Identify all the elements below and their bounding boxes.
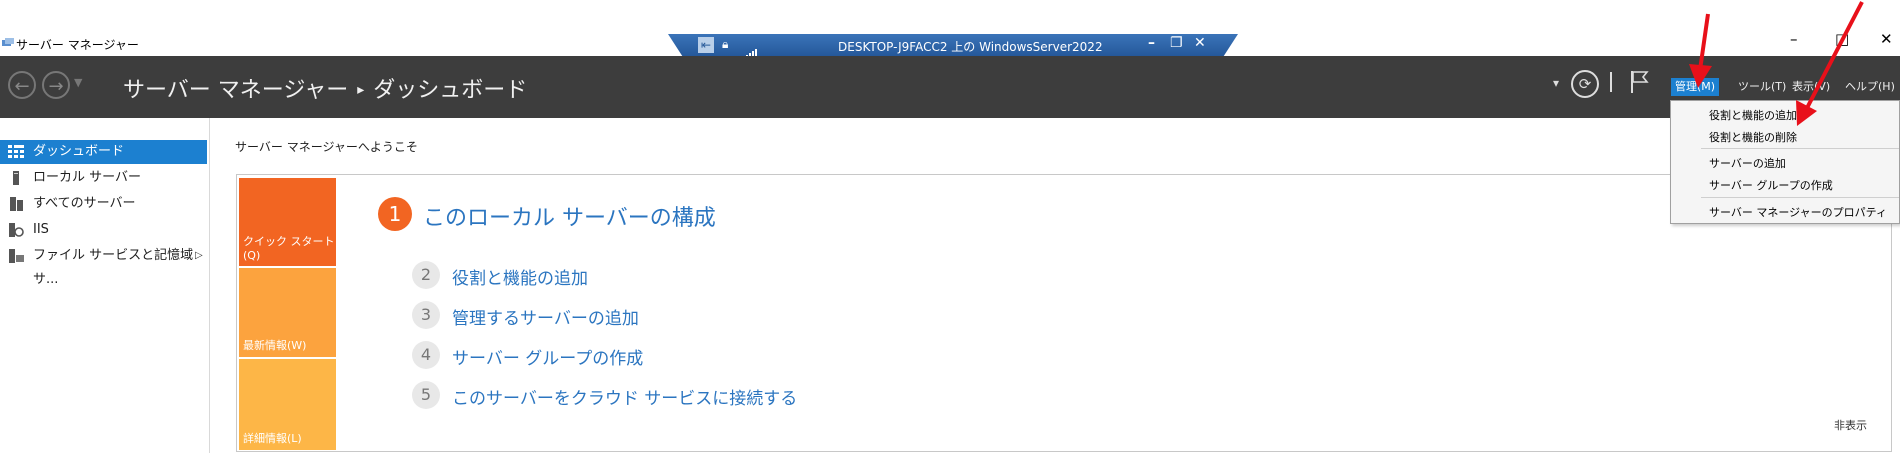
sidebar-item-dashboard[interactable]: ダッシュボード bbox=[0, 140, 207, 164]
sidebar-item-label: ダッシュボード bbox=[33, 144, 125, 159]
sidebar-item-file-services[interactable]: ファイル サービスと記憶域サ... ▷ bbox=[0, 244, 207, 287]
remote-close-button[interactable]: ✕ bbox=[1194, 35, 1206, 51]
header-divider bbox=[1610, 72, 1612, 92]
breadcrumb-current: ダッシュボード bbox=[373, 78, 528, 103]
pin-icon[interactable]: ⇤ bbox=[698, 37, 714, 53]
sidebar-item-label: ローカル サーバー bbox=[33, 170, 142, 185]
remote-desktop-connection-bar: ⇤ 🔒︎ DESKTOP-J9FACC2 上の WindowsServer202… bbox=[668, 34, 1238, 56]
step-number-badge: 4 bbox=[412, 341, 440, 369]
configure-local-server-link[interactable]: このローカル サーバーの構成 bbox=[423, 200, 716, 232]
remote-restore-button[interactable]: ❐ bbox=[1170, 35, 1183, 51]
menu-separator bbox=[1701, 148, 1899, 149]
lock-icon: 🔒︎ bbox=[722, 37, 729, 51]
maximize-button[interactable]: □ bbox=[1835, 30, 1849, 48]
tab-label: 詳細情報(L) bbox=[243, 432, 302, 445]
breadcrumb-separator-icon: ▸ bbox=[357, 82, 365, 98]
tab-label: 最新情報(W) bbox=[243, 339, 307, 352]
server-manager-app-icon bbox=[2, 38, 14, 46]
manage-dropdown-menu: 役割と機能の追加 役割と機能の削除 サーバーの追加 サーバー グループの作成 サ… bbox=[1670, 100, 1900, 224]
back-arrow-icon: ← bbox=[14, 76, 30, 97]
menu-separator bbox=[1701, 197, 1899, 198]
sidebar-item-local-server[interactable]: ローカル サーバー bbox=[0, 166, 207, 190]
dashboard-icon bbox=[8, 145, 24, 158]
step-link[interactable]: 役割と機能の追加 bbox=[452, 264, 588, 289]
menu-manage[interactable]: 管理(M) bbox=[1671, 78, 1720, 96]
header-dropdown-icon[interactable]: ▾ bbox=[1553, 76, 1559, 90]
menu-item-add-roles[interactable]: 役割と機能の追加 bbox=[1709, 107, 1797, 123]
step-number-badge: 3 bbox=[412, 301, 440, 329]
sidebar-item-label: すべてのサーバー bbox=[33, 196, 136, 211]
quick-start-panel: クイック スタート(Q) 最新情報(W) 詳細情報(L) 1 このローカル サー… bbox=[236, 174, 1892, 452]
iis-icon bbox=[9, 223, 24, 237]
menu-view[interactable]: 表示(V) bbox=[1788, 78, 1834, 96]
tab-learn-more[interactable]: 詳細情報(L) bbox=[239, 359, 336, 450]
remote-session-title: DESKTOP-J9FACC2 上の WindowsServer2022 bbox=[838, 40, 1103, 54]
welcome-heading: サーバー マネージャーへようこそ bbox=[235, 140, 418, 154]
sidebar-item-all-servers[interactable]: すべてのサーバー bbox=[0, 192, 207, 216]
remote-minimize-button[interactable]: – bbox=[1148, 35, 1155, 51]
window-title: サーバー マネージャー bbox=[16, 38, 139, 52]
history-dropdown-icon[interactable]: ▼ bbox=[74, 76, 82, 89]
window-title-bar: サーバー マネージャー – □ ✕ ⇤ 🔒︎ DESKTOP-J9FACC2 上… bbox=[0, 0, 1900, 56]
menu-tools[interactable]: ツール(T) bbox=[1734, 78, 1790, 96]
server-icon bbox=[13, 171, 19, 185]
step-number-badge: 5 bbox=[412, 381, 440, 409]
back-button[interactable]: ← bbox=[8, 71, 36, 99]
expand-arrow-icon[interactable]: ▷ bbox=[195, 244, 203, 268]
breadcrumb: サーバー マネージャー ▸ ダッシュボード bbox=[123, 72, 527, 104]
menu-item-remove-roles[interactable]: 役割と機能の削除 bbox=[1709, 129, 1797, 145]
forward-arrow-icon: → bbox=[48, 76, 64, 97]
tab-quick-start[interactable]: クイック スタート(Q) bbox=[239, 178, 336, 266]
sidebar: ダッシュボード ローカル サーバー すべてのサーバー IIS ファイル サービス… bbox=[0, 118, 210, 453]
refresh-icon[interactable]: ⟳ bbox=[1571, 70, 1599, 98]
tab-label: クイック スタート(Q) bbox=[243, 235, 335, 262]
file-services-icon bbox=[9, 249, 24, 263]
sidebar-item-label: IIS bbox=[33, 222, 49, 237]
step-link[interactable]: サーバー グループの作成 bbox=[452, 344, 643, 369]
step-link[interactable]: このサーバーをクラウド サービスに接続する bbox=[452, 384, 797, 409]
menu-help[interactable]: ヘルプ(H) bbox=[1841, 78, 1899, 96]
servers-icon bbox=[10, 197, 23, 211]
header-bar: ← → ▼ サーバー マネージャー ▸ ダッシュボード ▾ ⟳ 管理(M) ツール(… bbox=[0, 56, 1900, 118]
step-link[interactable]: 管理するサーバーの追加 bbox=[452, 304, 639, 329]
step-number-badge: 2 bbox=[412, 261, 440, 289]
minimize-button[interactable]: – bbox=[1790, 30, 1798, 48]
hide-link[interactable]: 非表示 bbox=[1834, 417, 1867, 433]
menu-item-add-servers[interactable]: サーバーの追加 bbox=[1709, 155, 1786, 171]
tab-whats-new[interactable]: 最新情報(W) bbox=[239, 268, 336, 357]
notifications-flag-icon[interactable] bbox=[1630, 70, 1650, 94]
breadcrumb-root[interactable]: サーバー マネージャー bbox=[123, 78, 348, 103]
sidebar-item-iis[interactable]: IIS bbox=[0, 218, 207, 242]
forward-button[interactable]: → bbox=[42, 71, 70, 99]
menu-item-create-server-group[interactable]: サーバー グループの作成 bbox=[1709, 177, 1833, 193]
step-number-badge: 1 bbox=[378, 197, 412, 231]
close-button[interactable]: ✕ bbox=[1880, 30, 1893, 48]
menu-item-server-manager-properties[interactable]: サーバー マネージャーのプロパティ bbox=[1709, 204, 1887, 220]
sidebar-item-label: ファイル サービスと記憶域サ... bbox=[33, 248, 194, 287]
